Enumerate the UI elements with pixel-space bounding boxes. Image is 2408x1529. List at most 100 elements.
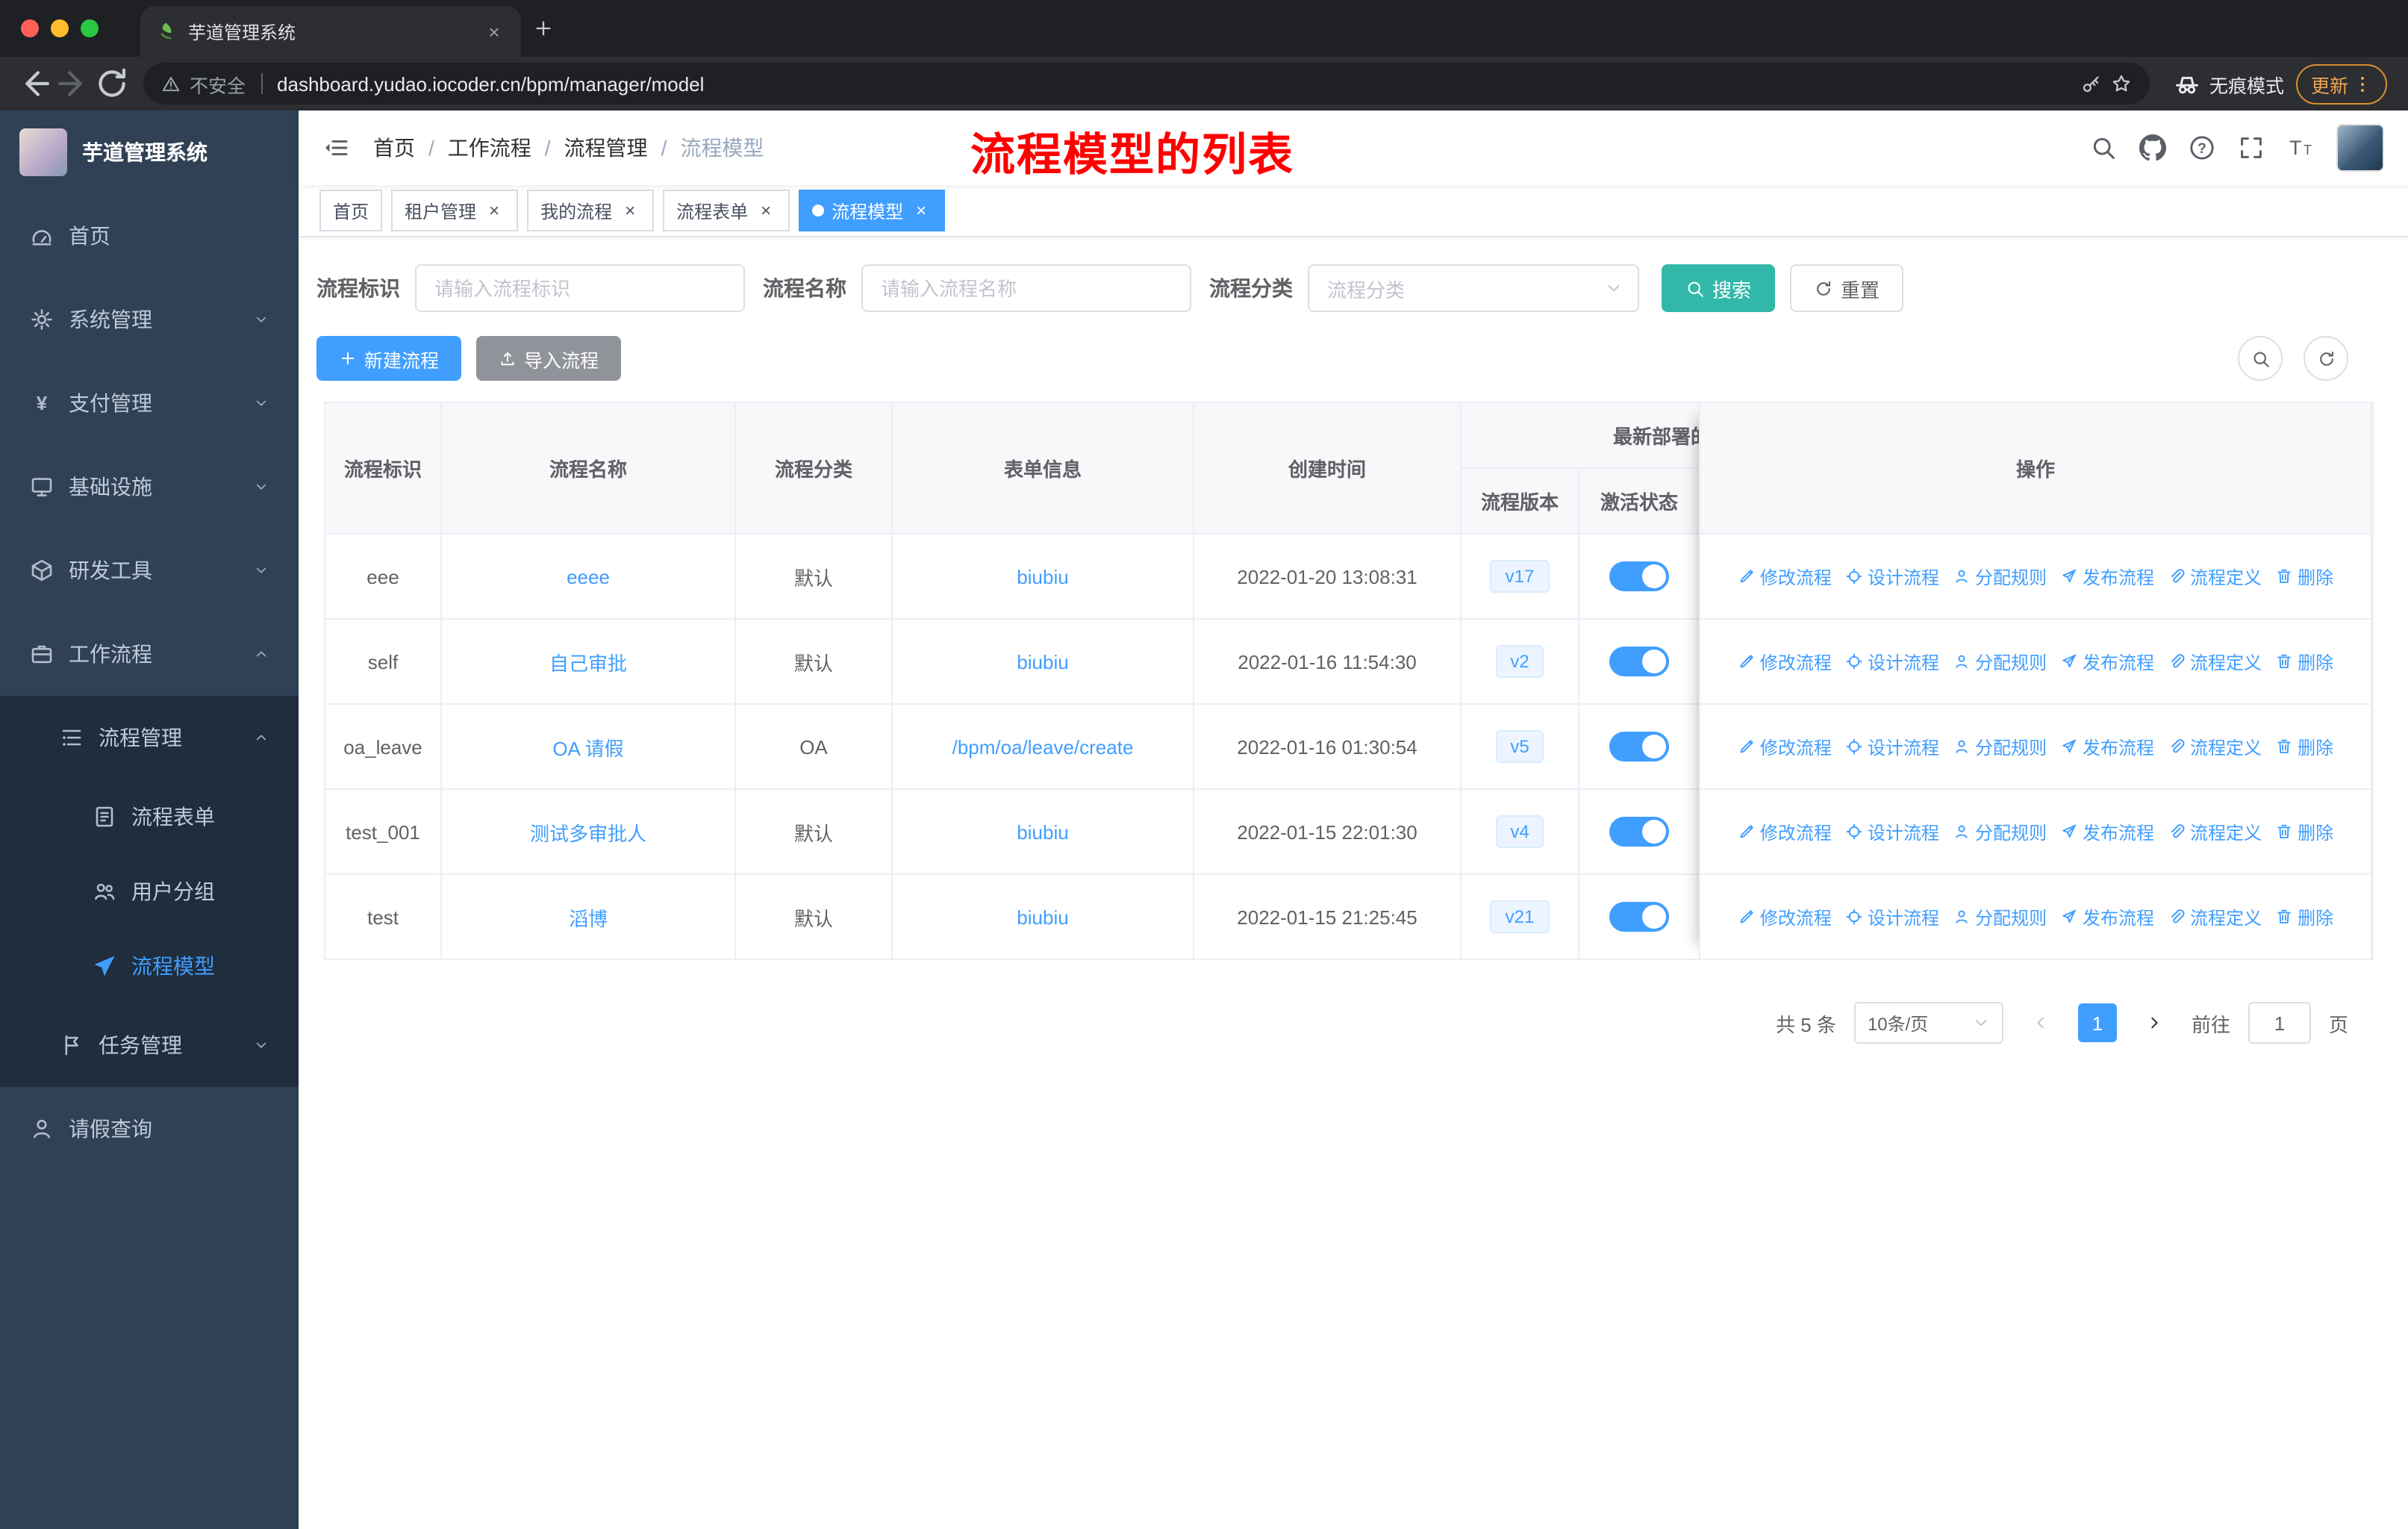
process-name-link[interactable]: eeee xyxy=(567,565,610,588)
action-design-link[interactable]: 设计流程 xyxy=(1845,649,1939,674)
process-name-link[interactable]: OA 请假 xyxy=(552,737,623,759)
sidebar-item-home[interactable]: 首页 xyxy=(0,194,299,278)
action-publish-link[interactable]: 发布流程 xyxy=(2060,734,2154,759)
page-number-1[interactable]: 1 xyxy=(2077,1003,2117,1042)
sidebar-item-task-manage[interactable]: 任务管理 xyxy=(0,1003,299,1087)
fullscreen-icon[interactable] xyxy=(2238,134,2265,161)
action-modify-link[interactable]: 修改流程 xyxy=(1738,734,1832,759)
form-link[interactable]: biubiu xyxy=(1017,820,1068,843)
toggle-search-button[interactable] xyxy=(2238,336,2283,381)
browser-tab[interactable]: 芋道管理系统 × xyxy=(140,6,521,57)
sidebar-item-system[interactable]: 系统管理 xyxy=(0,278,299,361)
tab-process-form[interactable]: 流程表单 × xyxy=(663,190,790,231)
next-page-button[interactable] xyxy=(2135,1002,2174,1044)
tag-close-icon[interactable]: × xyxy=(911,200,932,221)
sidebar-collapse-icon[interactable] xyxy=(322,134,349,161)
form-link[interactable]: biubiu xyxy=(1017,650,1068,673)
sidebar-item-infrastructure[interactable]: 基础设施 xyxy=(0,445,299,529)
breadcrumb-item[interactable]: 首页 xyxy=(373,133,415,163)
help-icon[interactable]: ? xyxy=(2189,134,2215,161)
action-definition-link[interactable]: 流程定义 xyxy=(2168,564,2262,589)
action-assign-link[interactable]: 分配规则 xyxy=(1953,819,2047,844)
process-name-link[interactable]: 滔博 xyxy=(569,907,608,929)
reload-button[interactable] xyxy=(93,64,131,103)
minimize-window-button[interactable] xyxy=(51,19,69,37)
action-definition-link[interactable]: 流程定义 xyxy=(2168,819,2262,844)
address-bar[interactable]: 不安全 dashboard.yudao.iocoder.cn/bpm/manag… xyxy=(143,63,2150,105)
action-definition-link[interactable]: 流程定义 xyxy=(2168,904,2262,929)
breadcrumb-item[interactable]: 流程管理 xyxy=(564,133,648,163)
action-modify-link[interactable]: 修改流程 xyxy=(1738,819,1832,844)
search-icon[interactable] xyxy=(2090,134,2117,161)
page-jump-input[interactable] xyxy=(2248,1002,2311,1044)
action-assign-link[interactable]: 分配规则 xyxy=(1953,734,2047,759)
action-modify-link[interactable]: 修改流程 xyxy=(1738,649,1832,674)
form-link[interactable]: biubiu xyxy=(1017,906,1068,928)
active-toggle[interactable] xyxy=(1609,647,1669,676)
user-avatar[interactable] xyxy=(2336,124,2384,172)
action-definition-link[interactable]: 流程定义 xyxy=(2168,649,2262,674)
tab-close-icon[interactable]: × xyxy=(482,19,506,43)
maximize-window-button[interactable] xyxy=(81,19,99,37)
new-tab-button[interactable] xyxy=(533,18,554,39)
passwords-key-icon[interactable] xyxy=(2081,73,2102,94)
action-publish-link[interactable]: 发布流程 xyxy=(2060,904,2154,929)
page-size-select[interactable]: 10条/页 xyxy=(1853,1002,2003,1044)
font-size-icon[interactable]: TT xyxy=(2287,134,2314,161)
action-modify-link[interactable]: 修改流程 xyxy=(1738,904,1832,929)
search-button[interactable]: 搜索 xyxy=(1662,264,1776,312)
create-process-button[interactable]: 新建流程 xyxy=(316,336,462,381)
reset-button[interactable]: 重置 xyxy=(1790,264,1904,312)
action-assign-link[interactable]: 分配规则 xyxy=(1953,564,2047,589)
active-toggle[interactable] xyxy=(1609,817,1669,847)
action-design-link[interactable]: 设计流程 xyxy=(1845,904,1939,929)
active-toggle[interactable] xyxy=(1609,561,1669,591)
sidebar-item-user-group[interactable]: 用户分组 xyxy=(0,854,299,929)
action-design-link[interactable]: 设计流程 xyxy=(1845,564,1939,589)
tab-my-process[interactable]: 我的流程 × xyxy=(527,190,655,231)
close-window-button[interactable] xyxy=(21,19,39,37)
tag-close-icon[interactable]: × xyxy=(755,200,776,221)
tab-process-model[interactable]: 流程模型 × xyxy=(799,190,946,231)
bookmark-star-icon[interactable] xyxy=(2111,73,2132,94)
tag-close-icon[interactable]: × xyxy=(484,200,505,221)
form-link[interactable]: biubiu xyxy=(1017,565,1068,588)
tag-close-icon[interactable]: × xyxy=(620,200,640,221)
sidebar-item-pay[interactable]: ¥ 支付管理 xyxy=(0,361,299,445)
action-delete-link[interactable]: 删除 xyxy=(2275,734,2333,759)
action-delete-link[interactable]: 删除 xyxy=(2275,819,2333,844)
action-delete-link[interactable]: 删除 xyxy=(2275,649,2333,674)
action-modify-link[interactable]: 修改流程 xyxy=(1738,564,1832,589)
process-name-link[interactable]: 测试多审批人 xyxy=(530,822,646,844)
tab-tenant[interactable]: 租户管理 × xyxy=(391,190,519,231)
action-assign-link[interactable]: 分配规则 xyxy=(1953,649,2047,674)
active-toggle[interactable] xyxy=(1609,732,1669,762)
action-design-link[interactable]: 设计流程 xyxy=(1845,819,1939,844)
breadcrumb-item[interactable]: 工作流程 xyxy=(448,133,531,163)
action-publish-link[interactable]: 发布流程 xyxy=(2060,649,2154,674)
browser-menu-icon[interactable] xyxy=(2353,74,2372,93)
sidebar-item-process-model[interactable]: 流程模型 xyxy=(0,929,299,1003)
process-category-select[interactable]: 流程分类 xyxy=(1308,264,1639,312)
sidebar-item-workflow[interactable]: 工作流程 xyxy=(0,612,299,696)
action-design-link[interactable]: 设计流程 xyxy=(1845,734,1939,759)
tab-home[interactable]: 首页 xyxy=(319,190,383,231)
action-publish-link[interactable]: 发布流程 xyxy=(2060,564,2154,589)
action-delete-link[interactable]: 删除 xyxy=(2275,564,2333,589)
action-delete-link[interactable]: 删除 xyxy=(2275,904,2333,929)
form-link[interactable]: /bpm/oa/leave/create xyxy=(952,735,1134,758)
process-key-input[interactable] xyxy=(415,264,745,312)
back-button[interactable] xyxy=(15,64,54,103)
sidebar-item-leave-query[interactable]: 请假查询 xyxy=(0,1087,299,1171)
active-toggle[interactable] xyxy=(1609,902,1669,932)
import-process-button[interactable]: 导入流程 xyxy=(476,336,622,381)
browser-update-button[interactable]: 更新 xyxy=(2295,63,2387,104)
action-publish-link[interactable]: 发布流程 xyxy=(2060,819,2154,844)
refresh-table-button[interactable] xyxy=(2303,336,2348,381)
process-name-input[interactable] xyxy=(861,264,1191,312)
action-definition-link[interactable]: 流程定义 xyxy=(2168,734,2262,759)
sidebar-item-devtools[interactable]: 研发工具 xyxy=(0,529,299,612)
sidebar-item-process-manage[interactable]: 流程管理 xyxy=(0,696,299,779)
process-name-link[interactable]: 自己审批 xyxy=(549,652,627,674)
github-icon[interactable] xyxy=(2139,134,2166,161)
